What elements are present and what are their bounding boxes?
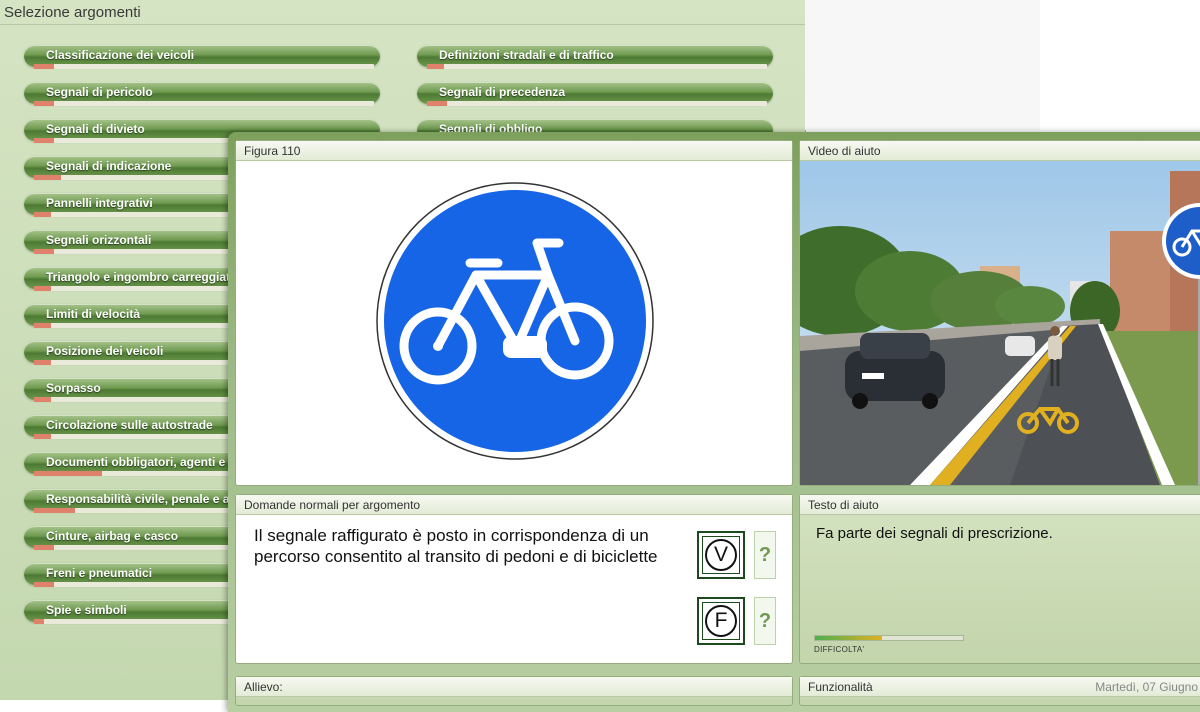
topic-progress-fill <box>34 64 55 69</box>
topic-progress-fill <box>34 508 75 513</box>
true-help-button[interactable]: ? <box>754 531 776 579</box>
topic-button[interactable]: Classificazione dei veicoli <box>24 45 380 71</box>
figure-panel: Figura 110 <box>235 140 793 486</box>
topic-label: Spie e simboli <box>46 603 127 617</box>
topic-label: Documenti obbligatori, agenti e t <box>46 455 233 469</box>
topic-progress-fill <box>34 619 45 624</box>
topic-progress-fill <box>34 212 51 217</box>
topic-button[interactable]: Segnali di pericolo <box>24 82 380 108</box>
difficulty-fill <box>815 636 882 640</box>
topic-label: Segnali orizzontali <box>46 233 152 247</box>
figure-panel-title: Figura 110 <box>236 141 792 161</box>
topic-label: Posizione dei veicoli <box>46 344 164 358</box>
topic-progress-bar <box>427 101 767 106</box>
topic-button[interactable]: Definizioni stradali e di traffico <box>417 45 773 71</box>
topic-progress-fill <box>34 101 55 106</box>
difficulty-bar <box>814 635 964 641</box>
bicycle-sign-icon <box>376 182 654 460</box>
student-panel-title: Allievo: <box>236 677 792 697</box>
true-button-frame: V <box>702 536 740 574</box>
topic-label: Freni e pneumatici <box>46 566 153 580</box>
video-panel-title: Video di aiuto <box>800 141 1200 161</box>
topic-progress-fill <box>34 360 51 365</box>
topic-label: Limiti di velocità <box>46 307 141 321</box>
topic-progress-fill <box>34 471 102 476</box>
date-label: Martedì, 07 Giugno <box>1095 680 1198 694</box>
side-panel-blank <box>1040 0 1200 130</box>
functions-panel-title: Funzionalità Martedì, 07 Giugno <box>800 677 1200 697</box>
topic-label: Responsabilità civile, penale e a <box>46 492 230 506</box>
topic-progress-fill <box>34 138 55 143</box>
topic-progress-fill <box>34 434 51 439</box>
topic-label: Definizioni stradali e di traffico <box>439 48 614 62</box>
topic-progress-bar <box>427 64 767 69</box>
question-text: Il segnale raffigurato è posto in corris… <box>254 526 658 566</box>
video-panel: Video di aiuto <box>799 140 1200 486</box>
false-button[interactable]: F <box>697 597 745 645</box>
false-button-frame: F <box>702 602 740 640</box>
student-panel: Allievo: <box>235 676 793 706</box>
false-label: F <box>705 605 737 637</box>
help-text: Fa parte dei segnali di prescrizione. <box>816 525 1053 542</box>
topic-progress-bar <box>34 64 374 69</box>
topic-progress-fill <box>34 175 62 180</box>
topic-progress-fill <box>427 64 444 69</box>
topic-progress-fill <box>34 545 55 550</box>
topic-label: Pannelli integrativi <box>46 196 153 210</box>
topic-label: Sorpasso <box>46 381 101 395</box>
quiz-window: Figura 110 Video di aiuto Domande normal… <box>228 132 1200 712</box>
false-help-button[interactable]: ? <box>754 597 776 645</box>
topic-button[interactable]: Segnali di precedenza <box>417 82 773 108</box>
topic-progress-fill <box>34 323 51 328</box>
topic-label: Circolazione sulle autostrade <box>46 418 213 432</box>
side-panel <box>805 0 1041 130</box>
difficulty-label: DIFFICOLTA' <box>814 645 865 654</box>
topic-progress-fill <box>34 286 51 291</box>
topic-label: Segnali di divieto <box>46 122 145 136</box>
topic-label: Classificazione dei veicoli <box>46 48 195 62</box>
video-frame[interactable] <box>800 161 1200 485</box>
topic-progress-fill <box>427 101 448 106</box>
functions-title: Funzionalità <box>808 680 873 694</box>
true-label: V <box>705 539 737 571</box>
topic-label: Cinture, airbag e casco <box>46 529 179 543</box>
topic-label: Segnali di pericolo <box>46 85 153 99</box>
topic-label: Segnali di indicazione <box>46 159 172 173</box>
help-panel-title: Testo di aiuto <box>800 495 1200 515</box>
question-panel-title: Domande normali per argomento <box>236 495 792 515</box>
topic-label: Triangolo e ingombro carreggiata <box>46 270 237 284</box>
help-text-panel: Testo di aiuto Fa parte dei segnali di p… <box>799 494 1200 664</box>
question-panel: Domande normali per argomento Il segnale… <box>235 494 793 664</box>
true-button[interactable]: V <box>697 531 745 579</box>
topic-progress-fill <box>34 397 51 402</box>
topic-selection-title: Selezione argomenti <box>4 4 141 21</box>
functions-panel: Funzionalità Martedì, 07 Giugno <box>799 676 1200 706</box>
topic-progress-fill <box>34 582 55 587</box>
topic-label: Segnali di precedenza <box>439 85 566 99</box>
topic-progress-fill <box>34 249 55 254</box>
title-divider <box>0 24 805 25</box>
topic-progress-bar <box>34 101 374 106</box>
